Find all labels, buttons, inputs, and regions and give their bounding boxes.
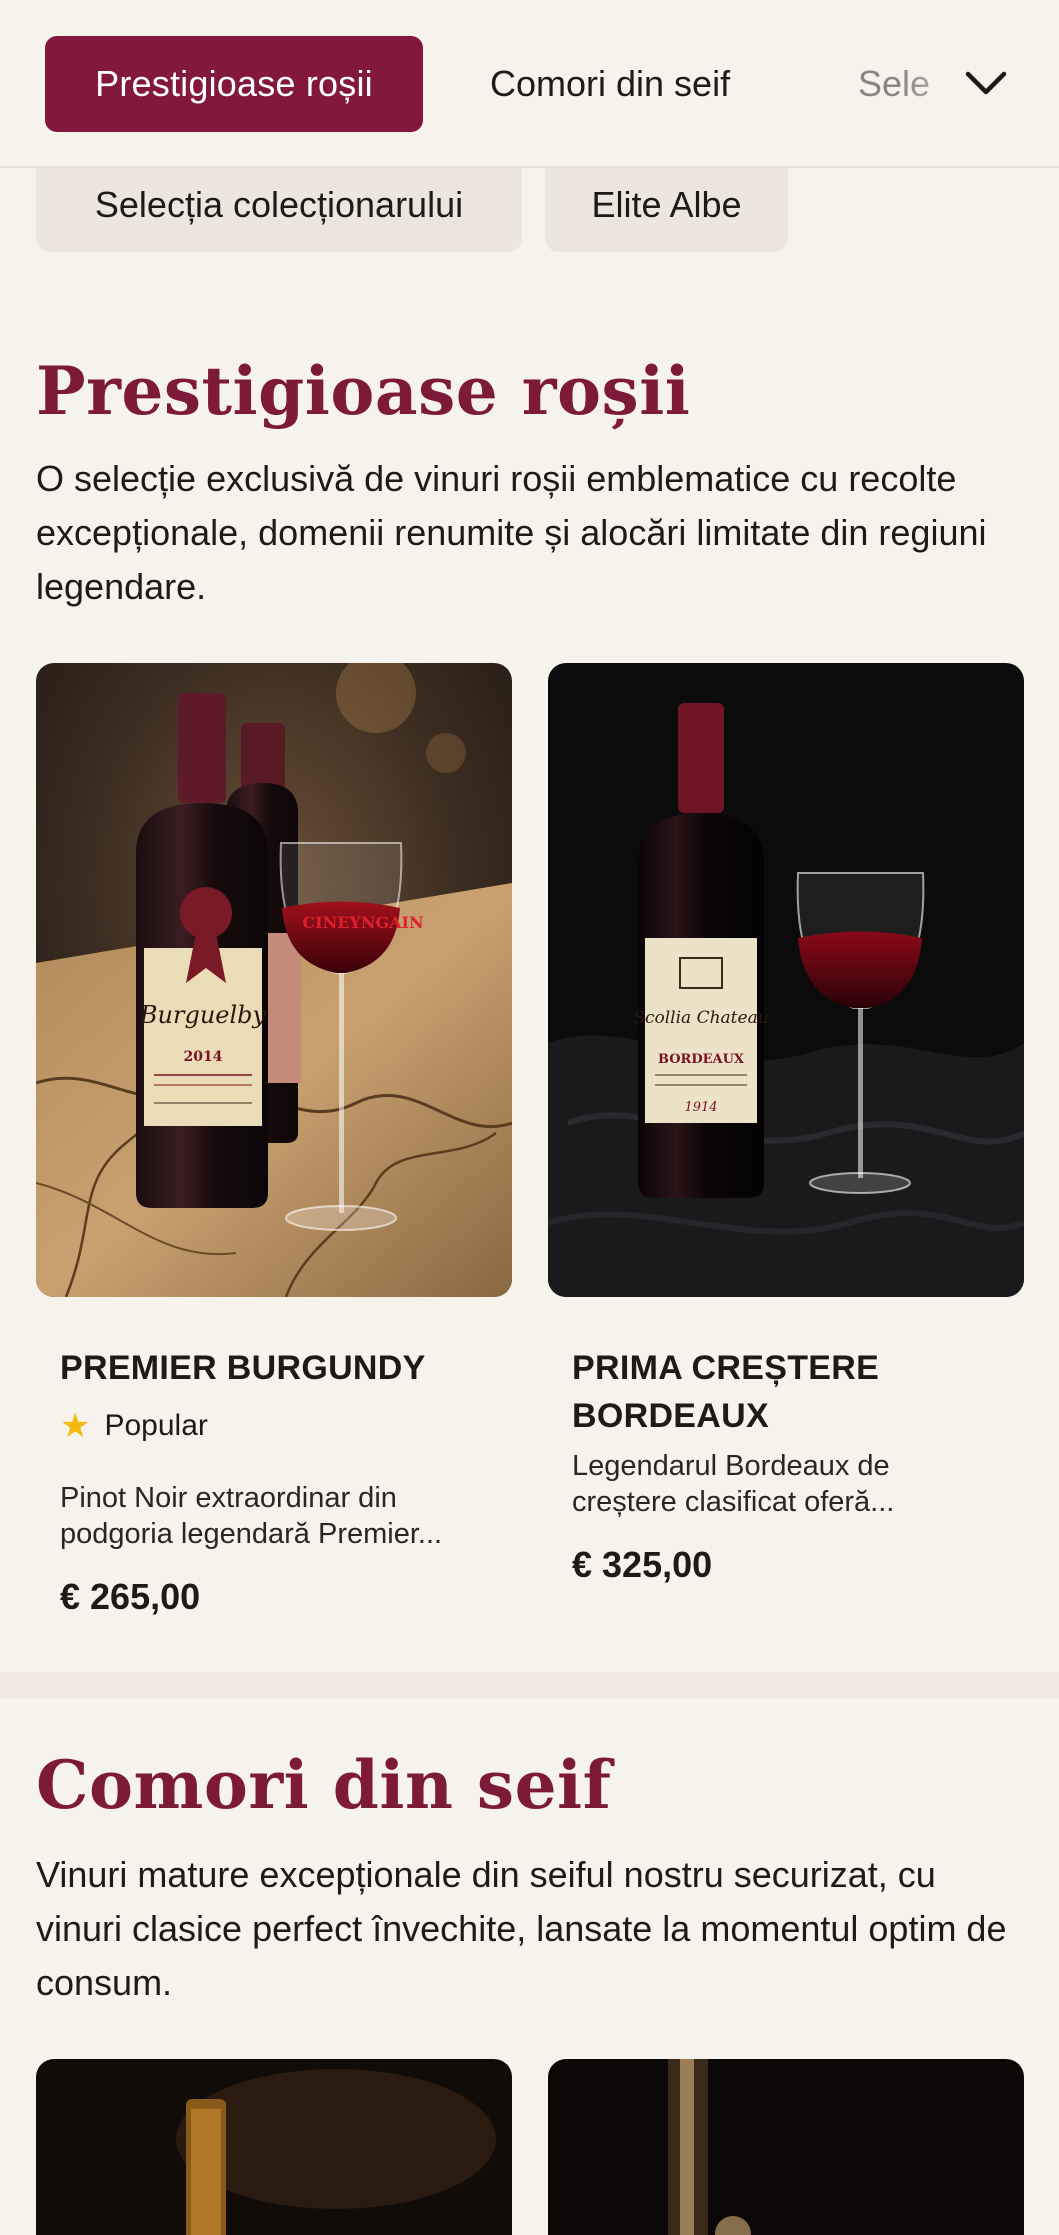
glass-etching-text: CINEYNGAIN	[302, 913, 423, 932]
category-nav: Prestigioase roșii Comori din seif Sele	[0, 0, 1059, 168]
product-image[interactable]	[36, 2059, 512, 2235]
tab-comori-din-seif[interactable]: Comori din seif	[490, 36, 730, 132]
chevron-down-icon[interactable]	[956, 56, 1016, 112]
product-image[interactable]	[548, 2059, 1024, 2235]
product-description: Legendarul Bordeaux de creștere clasific…	[572, 1450, 895, 1518]
bottle-label-text: Scollia Chateau	[633, 1008, 768, 1028]
product-name[interactable]: PREMIER BURGUNDY	[60, 1344, 500, 1392]
section-title: Comori din seif	[36, 1746, 612, 1824]
section-divider	[0, 1672, 1059, 1698]
product-image-prima-crestere-bordeaux[interactable]: Scollia Chateau BORDEAUX 1914	[548, 663, 1024, 1297]
section-title: Prestigioase roșii	[36, 352, 691, 430]
badge-label: Popular	[104, 1409, 208, 1442]
product-image-premier-burgundy[interactable]: Burguelby 2014 CINEYNGAIN	[36, 663, 512, 1297]
bottle-label-region: BORDEAUX	[658, 1052, 745, 1067]
product-name[interactable]: PRIMA CREȘTERE BORDEAUX	[572, 1344, 1012, 1440]
tab-prestigioase-rosii[interactable]: Prestigioase roșii	[45, 36, 423, 132]
bottle-label-text: Burguelby	[139, 1001, 267, 1029]
bottle-label-year: 2014	[184, 1049, 223, 1065]
section-description: O selecție exclusivă de vinuri roșii emb…	[36, 458, 987, 607]
product-price: € 265,00	[60, 1576, 201, 1617]
product-description: Pinot Noir extraordinar din podgoria leg…	[60, 1482, 443, 1550]
star-icon: ★	[60, 1407, 91, 1445]
section-description: Vinuri mature excepționale din seiful no…	[36, 1854, 1007, 2003]
bottle-label-year: 1914	[684, 1100, 717, 1115]
product-price: € 325,00	[572, 1544, 713, 1585]
popular-badge: ★ Popular	[60, 1406, 208, 1446]
